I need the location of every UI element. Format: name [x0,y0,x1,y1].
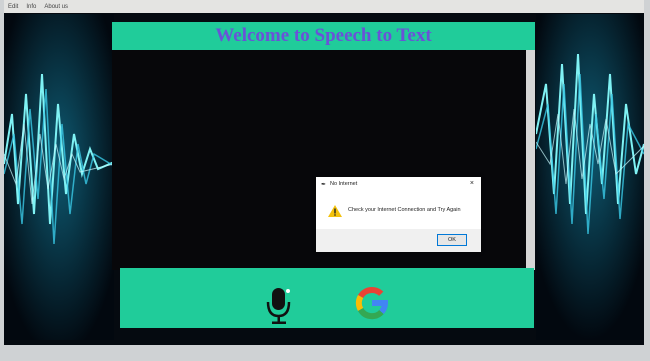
menu-info[interactable]: Info [26,4,36,10]
control-bar [120,268,534,328]
menu-bar: Edit Info About us [4,0,644,13]
ok-button[interactable]: OK [437,234,467,246]
scrollbar[interactable] [526,50,535,270]
screen: Edit Info About us Welcome to Speech to … [4,0,644,345]
dialog-message: Check your Internet Connection and Try A… [348,207,461,213]
app-title: Welcome to Speech to Text [215,25,432,46]
close-icon[interactable]: × [470,180,474,187]
app-title-bar: Welcome to Speech to Text [112,22,535,50]
sound-wave-left [4,14,114,340]
dialog-footer: OK [316,229,481,252]
dialog-body: Check your Internet Connection and Try A… [316,191,481,229]
google-icon[interactable] [354,285,390,321]
warning-icon [328,205,342,217]
menu-edit[interactable]: Edit [8,4,18,10]
no-internet-dialog: ✒ No Internet × Check your Internet Conn… [316,177,481,252]
feather-icon: ✒ [321,181,327,188]
dialog-header: ✒ No Internet × [316,177,481,191]
dialog-title: No Internet [330,181,358,187]
microphone-icon[interactable] [264,286,294,326]
menu-about-us[interactable]: About us [44,4,68,10]
sound-wave-right [536,14,644,340]
